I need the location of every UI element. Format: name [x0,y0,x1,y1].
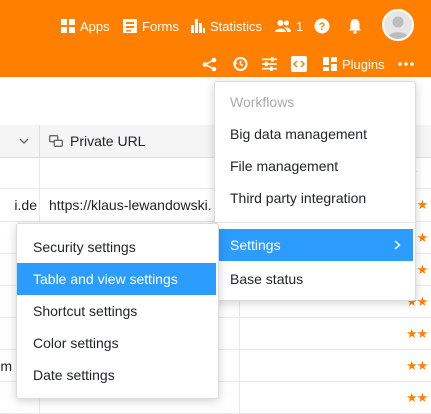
table-cell[interactable] [40,158,240,188]
help-icon: ? [314,18,330,34]
share-icon [202,57,217,71]
forms-icon [123,19,137,33]
cell-text: https://klaus-lewandowski. [49,197,212,213]
column-header-private-url[interactable]: Private URL [40,125,240,157]
chevron-right-icon [394,240,401,250]
apps-icon [61,19,75,33]
more-button[interactable] [398,55,414,73]
bell-icon [349,19,361,34]
rating-cell[interactable]: ★★ [396,382,431,413]
cell-text: i.de [14,197,37,213]
column-header-label: Private URL [70,133,146,149]
filter-settings-button[interactable] [262,55,277,73]
rating-cell[interactable]: ★★ [396,318,431,349]
plugins-button[interactable]: Plugins [323,55,385,73]
notifications-button[interactable] [348,14,362,38]
users-icon [275,20,291,32]
rating-cell[interactable]: ★★ [396,350,431,381]
help-button[interactable]: ? [314,14,330,38]
menu-item-security-settings[interactable]: Security settings [17,231,218,263]
code-icon [291,56,307,72]
apps-button[interactable]: Apps [61,14,110,38]
chevron-down-icon[interactable] [19,138,29,144]
menu-item-date-settings[interactable]: Date settings [17,359,218,391]
svg-text:?: ? [319,21,326,33]
table-cell[interactable]: i.de [0,189,40,221]
apps-label: Apps [80,18,110,34]
menu-item-settings[interactable]: Settings [217,229,413,261]
menu-item-color-settings[interactable]: Color settings [17,327,218,359]
share-button[interactable] [202,55,217,73]
sliders-icon [262,57,277,71]
history-icon [232,57,248,71]
url-icon [49,135,63,147]
plugins-label: Plugins [342,56,385,72]
top-toolbar: Apps Forms Statistics 1 ? Plugins [0,0,431,77]
private-url-cell[interactable]: https://klaus-lewandowski. [40,189,240,221]
menu-item-shortcut-settings[interactable]: Shortcut settings [17,295,218,327]
script-button[interactable] [291,55,307,73]
table-cell[interactable] [0,158,40,188]
menu-item-base-status[interactable]: Base status [215,263,415,295]
statistics-label: Statistics [210,18,263,34]
more-menu: Workflows Big data management File manag… [214,81,416,301]
forms-label: Forms [142,18,179,34]
plugins-icon [323,57,337,71]
menu-item-third-party-integration[interactable]: Third party integration [215,182,415,214]
statistics-icon [191,19,205,33]
menu-item-table-and-view-settings[interactable]: Table and view settings [17,263,216,295]
forms-button[interactable]: Forms [123,14,179,38]
star-icon: ★★ [406,325,428,341]
user-avatar[interactable] [382,9,414,41]
menu-item-file-management[interactable]: File management [215,150,415,182]
cell-text: m [0,357,12,374]
menu-divider [215,222,415,223]
column-header-previous[interactable] [0,125,40,157]
star-icon: ★★ [406,389,428,405]
star-icon: ★★ [406,357,428,373]
statistics-button[interactable]: Statistics [191,14,262,38]
avatar-icon [387,16,409,39]
settings-submenu: Security settings Table and view setting… [16,223,219,399]
menu-section-workflows: Workflows [230,94,295,110]
collaborators-button[interactable]: 1 [275,14,303,38]
more-horizontal-icon [398,62,414,66]
history-button[interactable] [232,55,248,73]
menu-item-big-data-management[interactable]: Big data management [215,118,415,150]
collaborators-count: 1 [296,18,304,34]
